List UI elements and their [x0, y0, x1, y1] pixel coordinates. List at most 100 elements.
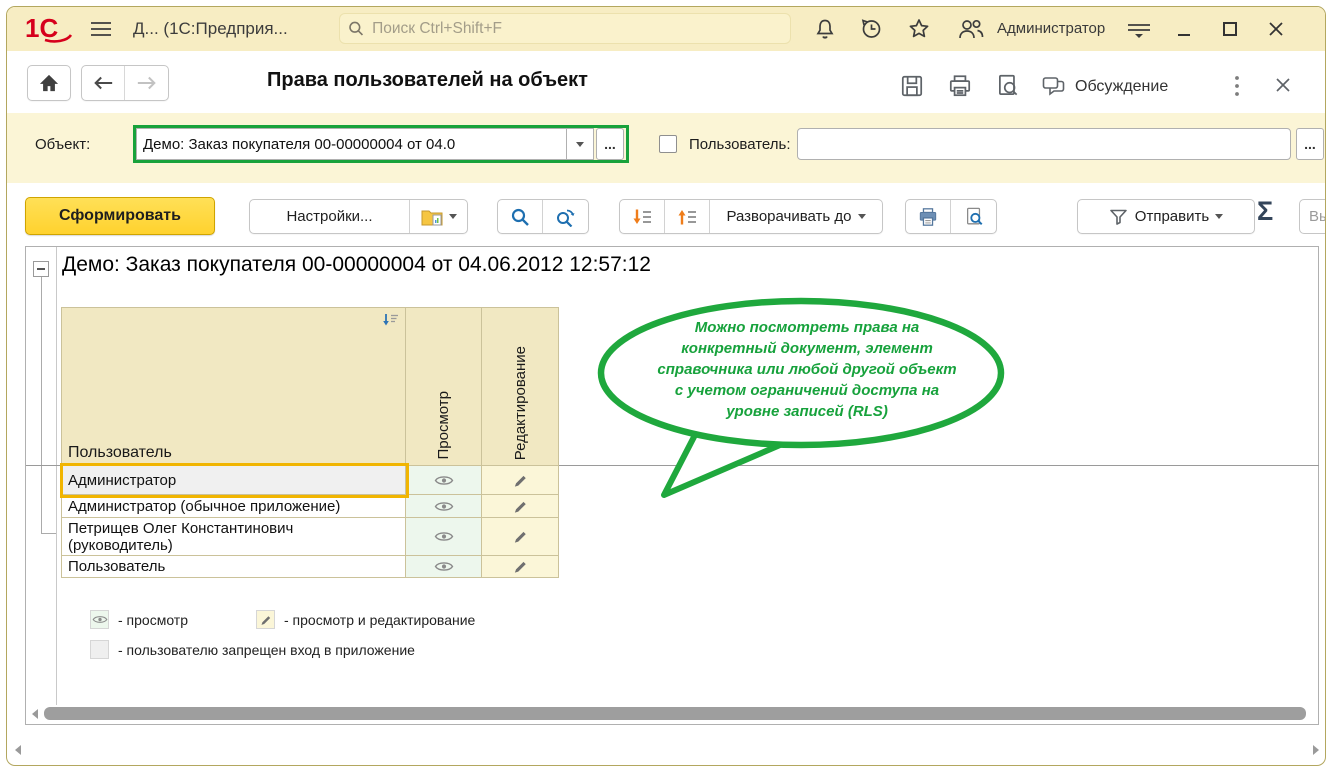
inner-scroll-left-arrow[interactable] — [32, 709, 38, 719]
column-header-user[interactable]: Пользователь — [62, 308, 406, 466]
table-row-user[interactable]: Администратор (обычное приложение) — [62, 495, 406, 518]
minimize-icon[interactable] — [1175, 21, 1193, 39]
forward-button[interactable] — [125, 66, 168, 100]
eye-icon — [92, 614, 108, 625]
save-icon — [899, 73, 925, 99]
report-toolbar: Сформировать Настройки... — [7, 183, 1325, 246]
edit-right-cell[interactable] — [482, 556, 559, 578]
settings-group: Настройки... — [249, 199, 468, 234]
column-header-edit[interactable]: Редактирование — [482, 308, 559, 466]
more-actions-icon[interactable] — [1233, 73, 1241, 99]
generate-button[interactable]: Сформировать — [25, 197, 215, 235]
view-right-cell[interactable] — [406, 556, 482, 578]
filter-row: Объект: ... Пользователь: ... — [7, 113, 1325, 183]
send-label: Отправить — [1135, 208, 1209, 225]
nav-buttons — [81, 65, 169, 101]
pencil-icon — [513, 499, 528, 514]
discussion-icon — [1041, 75, 1067, 99]
save-button[interactable] — [899, 73, 925, 99]
legend-edit-swatch — [256, 610, 275, 629]
scroll-right-arrow[interactable] — [1313, 745, 1319, 755]
favorites-star-icon[interactable] — [907, 17, 931, 41]
pencil-icon — [513, 559, 528, 574]
table-row-user[interactable]: Администратор — [62, 466, 406, 495]
sum-button[interactable]: Σ — [1257, 196, 1273, 227]
window-scrollbar-area — [7, 737, 1325, 763]
funnel-icon — [1109, 208, 1129, 226]
discussion-label: Обсуждение — [1075, 78, 1168, 96]
home-button[interactable] — [27, 65, 71, 101]
app-title: Д... (1С:Предприя... — [133, 19, 288, 39]
edit-right-cell[interactable] — [482, 466, 559, 495]
close-form-icon[interactable] — [1273, 75, 1293, 95]
global-search[interactable] — [339, 13, 791, 44]
expand-to-button[interactable]: Разворачивать до — [710, 200, 882, 233]
search-group — [497, 199, 589, 234]
svg-text:1С: 1С — [25, 15, 58, 43]
view-settings-icon[interactable] — [1125, 19, 1153, 41]
1c-logo-icon: 1С — [25, 15, 73, 43]
home-icon — [38, 73, 60, 93]
print-button[interactable] — [947, 73, 973, 99]
view-right-cell[interactable] — [406, 518, 482, 556]
send-button[interactable]: Отправить — [1078, 200, 1254, 233]
user-filter-checkbox[interactable] — [659, 135, 677, 153]
preview-icon — [995, 73, 1021, 99]
view-right-cell[interactable] — [406, 466, 482, 495]
history-icon[interactable] — [859, 17, 883, 41]
object-dropdown-button[interactable] — [566, 128, 594, 160]
table-row-user[interactable]: Петрищев Олег Константинович (руководите… — [62, 518, 406, 556]
user-choose-button[interactable]: ... — [1296, 128, 1324, 160]
chevron-down-icon — [449, 214, 457, 219]
eye-icon — [434, 474, 454, 487]
collapse-all-button[interactable] — [665, 200, 710, 233]
expand-group: Разворачивать до — [619, 199, 883, 234]
legend-edit-label: - просмотр и редактирование — [284, 612, 475, 628]
folder-report-icon — [421, 208, 443, 226]
search-input[interactable] — [372, 20, 782, 38]
eye-icon — [434, 560, 454, 573]
legend-noaccess-swatch — [90, 640, 109, 659]
print-report-button[interactable] — [906, 200, 951, 233]
close-window-icon[interactable] — [1267, 20, 1285, 38]
expand-all-button[interactable] — [620, 200, 665, 233]
inner-horizontal-scrollbar[interactable] — [44, 707, 1306, 720]
group-bracket-end — [41, 533, 56, 534]
user-label: Пользователь: — [689, 136, 791, 153]
preview-button[interactable] — [995, 73, 1021, 99]
table-row-user[interactable]: Пользователь — [62, 556, 406, 578]
clipped-toolbar-button[interactable]: Вы — [1299, 199, 1326, 234]
object-input[interactable] — [136, 128, 566, 160]
eye-icon — [434, 530, 454, 543]
rights-table: Пользователь Просмотр Редактирование Адм… — [61, 307, 559, 578]
back-icon — [92, 75, 114, 91]
current-user[interactable]: Администратор — [997, 20, 1105, 37]
pencil-icon — [260, 614, 272, 626]
object-choose-button[interactable]: ... — [596, 128, 624, 160]
discussion-button[interactable]: Обсуждение — [1041, 75, 1168, 99]
title-bar: 1С Д... (1С:Предприя... — [7, 7, 1325, 51]
object-field-highlight: ... — [133, 125, 629, 163]
back-button[interactable] — [82, 66, 125, 100]
forward-icon — [136, 75, 158, 91]
main-menu-icon[interactable] — [89, 18, 113, 40]
find-next-icon — [555, 207, 576, 227]
maximize-icon[interactable] — [1221, 20, 1239, 38]
notifications-bell-icon[interactable] — [813, 17, 837, 41]
chevron-down-icon — [1215, 214, 1223, 219]
sort-icon[interactable] — [382, 313, 400, 328]
settings-button[interactable]: Настройки... — [250, 200, 410, 233]
send-group: Отправить — [1077, 199, 1255, 234]
users-icon[interactable] — [957, 18, 985, 40]
column-header-view[interactable]: Просмотр — [406, 308, 482, 466]
print-preview-button[interactable] — [951, 200, 996, 233]
edit-right-cell[interactable] — [482, 518, 559, 556]
user-input[interactable] — [797, 128, 1291, 160]
view-right-cell[interactable] — [406, 495, 482, 518]
scroll-left-arrow[interactable] — [15, 745, 21, 755]
collapse-group-toggle[interactable] — [33, 261, 49, 277]
edit-right-cell[interactable] — [482, 495, 559, 518]
find-button[interactable] — [498, 200, 543, 233]
report-variants-button[interactable] — [410, 200, 467, 233]
find-next-button[interactable] — [543, 200, 588, 233]
